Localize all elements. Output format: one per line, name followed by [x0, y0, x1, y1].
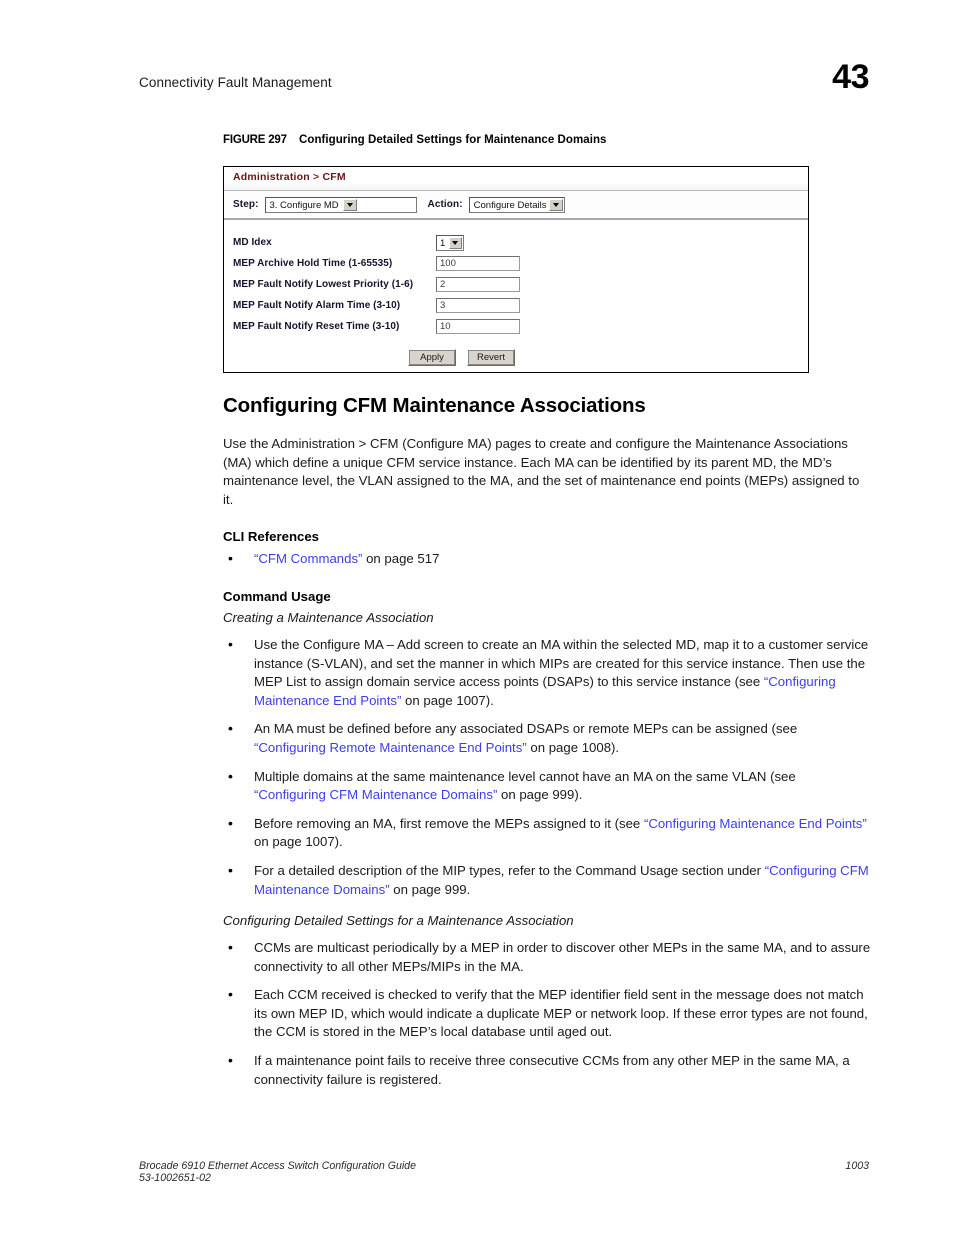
figure-screenshot-panel: Administration > CFM Step: 3. Configure … [223, 166, 809, 373]
figure-label: FIGURE 297 [223, 134, 287, 146]
page-header: Connectivity Fault Management 43 [139, 60, 869, 94]
breadcrumb-leaf: CFM [322, 171, 346, 183]
figure-title: Configuring Detailed Settings for Mainte… [299, 134, 607, 146]
mep-fault-notify-reset-time-label: MEP Fault Notify Reset Time (3-10) [233, 321, 400, 332]
list-item: An MA must be defined before any associa… [223, 719, 871, 757]
page-footer: Brocade 6910 Ethernet Access Switch Conf… [139, 1160, 869, 1184]
xref-link[interactable]: “CFM Commands” [254, 551, 362, 566]
panel-step-action-bar: Step: 3. Configure MD Action: Configure … [224, 191, 808, 218]
chevron-down-icon [448, 236, 462, 249]
action-dropdown[interactable]: Configure Details [468, 196, 565, 213]
form-row: MEP Fault Notify Lowest Priority (1-6) 2 [233, 274, 808, 295]
page-title: Configuring CFM Maintenance Associations [223, 394, 646, 417]
list-item: “CFM Commands” on page 517 [223, 549, 871, 569]
list-item: If a maintenance point fails to receive … [223, 1051, 871, 1089]
list-item: Before removing an MA, first remove the … [223, 814, 871, 852]
chapter-number: 43 [832, 58, 869, 96]
action-label: Action: [427, 199, 463, 210]
breadcrumb-separator: > [313, 171, 320, 183]
mep-fault-notify-alarm-time-label: MEP Fault Notify Alarm Time (3-10) [233, 300, 401, 311]
mep-fault-notify-lowest-priority-label: MEP Fault Notify Lowest Priority (1-6) [233, 279, 414, 290]
form-row: MEP Fault Notify Reset Time (3-10) 10 [233, 316, 808, 337]
list-item-pre: Multiple domains at the same maintenance… [254, 768, 796, 784]
xref-link[interactable]: “Configuring Maintenance End Points” [644, 816, 867, 831]
xref-link[interactable]: “Configuring Remote Maintenance End Poin… [254, 740, 527, 755]
running-head-chapter-title: Connectivity Fault Management [139, 75, 332, 90]
intro-paragraph: Use the Administration > CFM (Configure … [223, 436, 860, 507]
md-idex-label: MD Idex [233, 237, 272, 248]
panel-form: MD Idex 1 MEP Archive Hold Time (1-65535… [224, 220, 808, 366]
mep-archive-hold-time-input[interactable]: 100 [436, 256, 520, 271]
form-row: MEP Archive Hold Time (1-65535) 100 [233, 253, 808, 274]
list-item: Use the Configure MA – Add screen to cre… [223, 635, 871, 710]
breadcrumb-root: Administration [233, 171, 310, 183]
chevron-down-icon [548, 198, 563, 211]
list-item-pre: For a detailed description of the MIP ty… [254, 862, 765, 878]
cli-references-heading: CLI References [223, 529, 320, 545]
step-dropdown[interactable]: 3. Configure MD [264, 196, 417, 213]
action-dropdown-value: Configure Details [473, 199, 547, 211]
form-row: MEP Fault Notify Alarm Time (3-10) 3 [233, 295, 808, 316]
creating-ma-subhead: Creating a Maintenance Association [223, 609, 434, 625]
footer-doc-number: 53-1002651-02 [139, 1172, 211, 1184]
list-item-post: on page 1008). [526, 739, 620, 755]
footer-page-number: 1003 [845, 1160, 869, 1172]
list-item-pre: An MA must be defined before any associa… [254, 721, 798, 737]
detailed-settings-subhead: Configuring Detailed Settings for a Main… [223, 913, 574, 929]
figure-caption: FIGURE 297 Configuring Detailed Settings… [223, 134, 606, 146]
list-item-post: on page 1007). [254, 834, 343, 850]
md-idex-dropdown[interactable]: 1 [436, 234, 464, 251]
step-dropdown-value: 3. Configure MD [269, 199, 339, 211]
panel-button-row: Apply Revert [233, 349, 808, 366]
chevron-down-icon [342, 198, 357, 211]
list-item-post: on page 999). [497, 787, 583, 803]
mep-fault-notify-reset-time-input[interactable]: 10 [436, 319, 520, 334]
list-item-post: on page 1007). [401, 692, 494, 708]
apply-button[interactable]: Apply [408, 349, 456, 366]
panel-breadcrumb: Administration > CFM [224, 167, 808, 190]
list-item-pre: Before removing an MA, first remove the … [254, 815, 644, 831]
mep-fault-notify-lowest-priority-input[interactable]: 2 [436, 277, 520, 292]
list-item: Multiple domains at the same maintenance… [223, 767, 871, 805]
cli-references-list: “CFM Commands” on page 517 [223, 549, 871, 569]
form-row: MD Idex 1 [233, 232, 808, 253]
detailed-settings-bullet-list: CCMs are multicast periodically by a MEP… [223, 938, 871, 1089]
list-item: For a detailed description of the MIP ty… [223, 861, 871, 899]
list-item: Each CCM received is checked to verify t… [223, 985, 871, 1042]
md-idex-value: 1 [440, 237, 446, 249]
mep-fault-notify-alarm-time-input[interactable]: 3 [436, 298, 520, 313]
xref-link[interactable]: “Configuring CFM Maintenance Domains” [254, 787, 497, 802]
creating-ma-bullet-list: Use the Configure MA – Add screen to cre… [223, 635, 871, 899]
list-item-post: on page 999. [389, 881, 471, 897]
footer-document-info: Brocade 6910 Ethernet Access Switch Conf… [139, 1160, 416, 1184]
revert-button[interactable]: Revert [467, 349, 515, 366]
step-label: Step: [233, 199, 259, 210]
footer-guide-title: Brocade 6910 Ethernet Access Switch Conf… [139, 1160, 416, 1172]
mep-archive-hold-time-label: MEP Archive Hold Time (1-65535) [233, 258, 393, 269]
command-usage-heading: Command Usage [223, 588, 331, 604]
list-item-tail: on page 517 [362, 551, 440, 567]
list-item: CCMs are multicast periodically by a MEP… [223, 938, 871, 976]
page-content: Configuring CFM Maintenance Associations… [223, 394, 871, 1103]
